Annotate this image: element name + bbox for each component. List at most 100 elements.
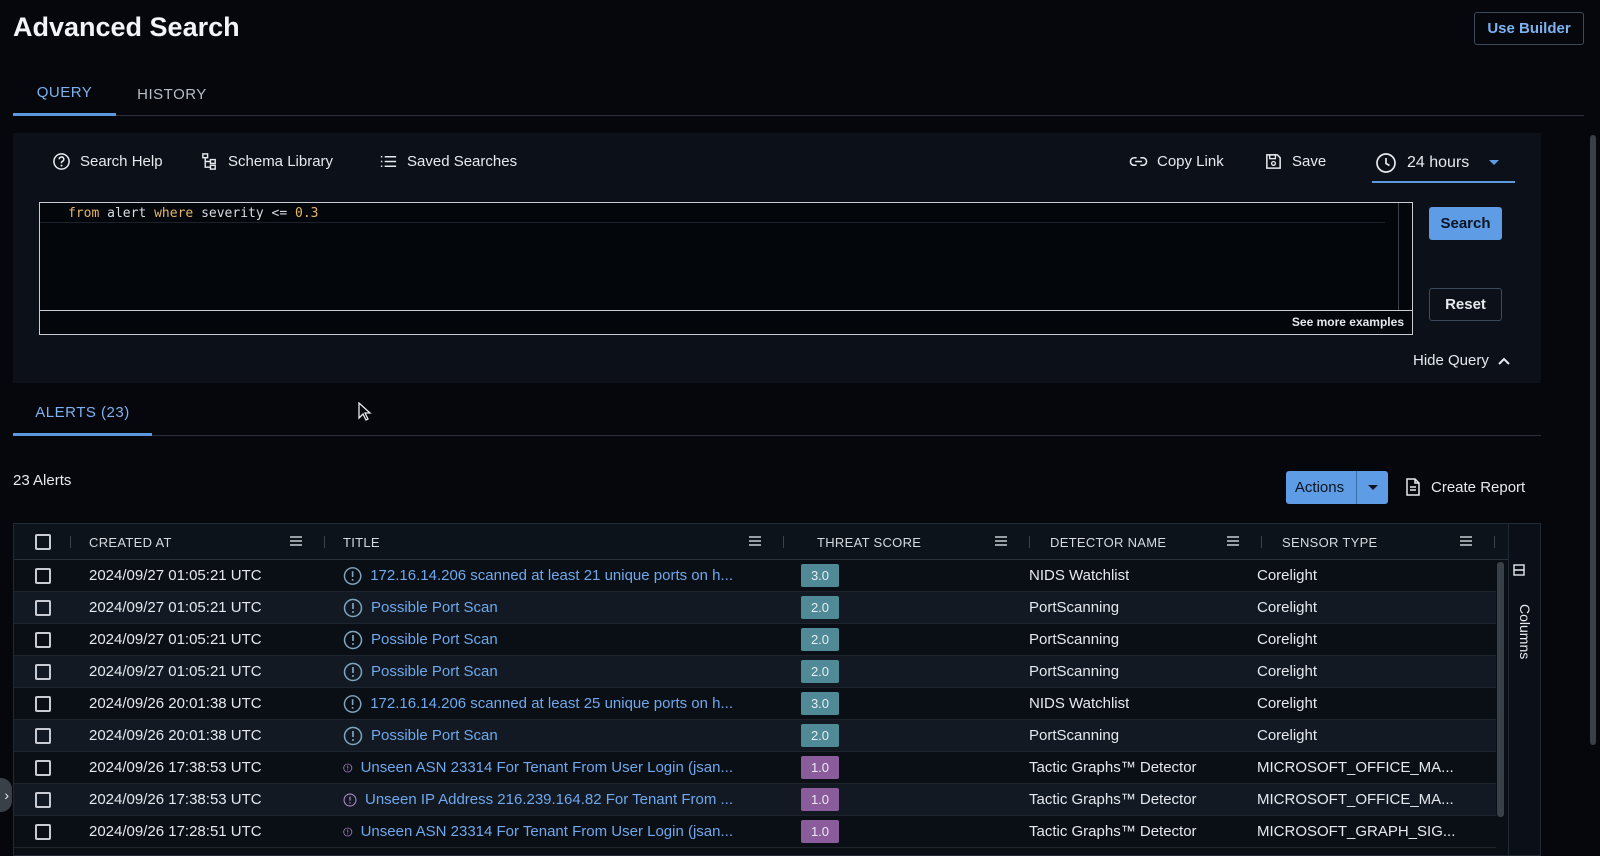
search-help-button[interactable]: Search Help: [52, 152, 163, 171]
expand-sidebar-button[interactable]: ›: [0, 778, 12, 812]
detector-name-cell: NIDS Watchlist: [1029, 567, 1130, 584]
table-row[interactable]: 2024/09/27 01:05:21 UTC Possible Port Sca…: [14, 624, 1496, 656]
alert-title-text: Unseen ASN 23314 For Tenant From User Lo…: [360, 823, 733, 840]
row-checkbox[interactable]: [35, 631, 51, 648]
column-menu-icon[interactable]: [1460, 536, 1472, 546]
created-at-cell: 2024/09/27 01:05:21 UTC: [89, 567, 262, 584]
table-row[interactable]: 2024/09/26 17:28:51 UTC Unseen ASN 23314 …: [14, 816, 1496, 848]
detector-name-cell: PortScanning: [1029, 663, 1120, 680]
schema-library-button[interactable]: Schema Library: [200, 152, 333, 171]
header-sensor-type[interactable]: SENSOR TYPE: [1282, 524, 1378, 560]
row-checkbox[interactable]: [35, 791, 51, 808]
select-all-checkbox[interactable]: [35, 534, 51, 550]
tab-history[interactable]: HISTORY: [126, 72, 218, 116]
threat-score-cell: 1.0: [801, 788, 839, 811]
see-more-examples-link[interactable]: See more examples: [40, 310, 1412, 334]
detector-name-cell: Tactic Graphs™ Detector: [1029, 791, 1197, 808]
alert-title-link[interactable]: Unseen ASN 23314 For Tenant From User Lo…: [343, 758, 733, 778]
use-builder-button[interactable]: Use Builder: [1474, 12, 1584, 45]
table-scrollbar[interactable]: [1497, 562, 1504, 817]
hide-query-label: Hide Query: [1413, 352, 1489, 369]
alert-title-text: Possible Port Scan: [371, 599, 498, 616]
column-menu-icon[interactable]: [290, 536, 302, 546]
actions-dropdown-button[interactable]: Actions: [1286, 471, 1388, 504]
query-line[interactable]: from alert where severity <= 0.3: [40, 205, 1385, 223]
query-field: severity: [201, 206, 264, 221]
created-at-cell: 2024/09/26 20:01:38 UTC: [89, 695, 262, 712]
row-checkbox[interactable]: [35, 567, 51, 584]
sensor-type-cell: Corelight: [1257, 695, 1318, 712]
page-scrollbar[interactable]: [1590, 135, 1596, 745]
create-report-button[interactable]: Create Report: [1405, 478, 1525, 496]
row-checkbox[interactable]: [35, 663, 51, 680]
columns-panel-toggle[interactable]: Columns: [1508, 524, 1540, 855]
alert-title-text: Possible Port Scan: [371, 631, 498, 648]
saved-searches-button[interactable]: Saved Searches: [379, 152, 517, 171]
time-range-select[interactable]: 24 hours: [1372, 145, 1515, 183]
created-at-cell: 2024/09/26 17:38:53 UTC: [89, 791, 262, 808]
alert-info-icon: [343, 630, 363, 649]
created-at-cell: 2024/09/27 01:05:21 UTC: [89, 631, 262, 648]
alert-title-link[interactable]: Possible Port Scan: [343, 598, 733, 618]
alert-title-link[interactable]: Unseen ASN 23314 For Tenant From User Lo…: [343, 822, 733, 842]
search-button[interactable]: Search: [1429, 207, 1502, 240]
help-circle-icon: [53, 153, 70, 170]
mouse-cursor-icon: [358, 402, 372, 421]
alert-info-icon: [343, 793, 357, 806]
column-divider: [783, 536, 784, 548]
detector-name-cell: Tactic Graphs™ Detector: [1029, 823, 1197, 840]
alert-title-link[interactable]: Unseen IP Address 216.239.164.82 For Ten…: [343, 790, 733, 810]
document-icon: [1406, 478, 1420, 496]
table-row[interactable]: 2024/09/26 20:01:38 UTC 172.16.14.206 sca…: [14, 688, 1496, 720]
table-row[interactable]: 2024/09/26 17:38:53 UTC Unseen IP Address…: [14, 784, 1496, 816]
tab-alerts[interactable]: ALERTS (23): [13, 392, 152, 436]
query-editor[interactable]: from alert where severity <= 0.3 See mor…: [39, 202, 1413, 335]
columns-label: Columns: [1517, 604, 1533, 660]
threat-score-badge: 1.0: [801, 820, 839, 843]
query-keyword-where: where: [154, 206, 194, 221]
table-row[interactable]: 2024/09/27 01:05:21 UTC 172.16.14.206 sca…: [14, 560, 1496, 592]
alert-title-link[interactable]: Possible Port Scan: [343, 630, 733, 650]
hide-query-toggle[interactable]: Hide Query: [1413, 352, 1511, 369]
row-checkbox[interactable]: [35, 599, 51, 616]
search-help-label: Search Help: [80, 153, 163, 170]
column-menu-icon[interactable]: [749, 536, 761, 546]
header-title[interactable]: TITLE: [343, 524, 380, 560]
table-row[interactable]: 2024/09/26 20:01:38 UTC Possible Port Sca…: [14, 720, 1496, 752]
table-row[interactable]: 2024/09/27 01:05:21 UTC Possible Port Sca…: [14, 592, 1496, 624]
alert-title-text: Possible Port Scan: [371, 727, 498, 744]
column-menu-icon[interactable]: [1227, 536, 1239, 546]
threat-score-cell: 3.0: [801, 692, 839, 715]
row-checkbox[interactable]: [35, 823, 51, 840]
save-button[interactable]: Save: [1264, 152, 1326, 171]
alert-title-text: 172.16.14.206 scanned at least 25 unique…: [370, 695, 733, 712]
saved-searches-label: Saved Searches: [407, 153, 518, 170]
column-menu-icon[interactable]: [995, 536, 1007, 546]
editor-scrollbar[interactable]: [1398, 203, 1412, 311]
alert-info-icon: [343, 662, 363, 681]
alerts-table: CREATED AT TITLE THREAT SCORE DETECTOR N…: [13, 523, 1541, 856]
alert-title-link[interactable]: 172.16.14.206 scanned at least 21 unique…: [343, 566, 733, 586]
columns-toggle[interactable]: Columns: [1513, 564, 1533, 659]
alert-title-link[interactable]: Possible Port Scan: [343, 726, 733, 746]
column-divider: [70, 536, 71, 548]
row-checkbox[interactable]: [35, 695, 51, 712]
table-row[interactable]: 2024/09/26 17:38:53 UTC Unseen ASN 23314 …: [14, 752, 1496, 784]
list-icon: [380, 155, 397, 168]
alert-title-link[interactable]: 172.16.14.206 scanned at least 25 unique…: [343, 694, 733, 714]
header-threat-score[interactable]: THREAT SCORE: [817, 524, 921, 560]
sensor-type-cell: Corelight: [1257, 567, 1318, 584]
table-row[interactable]: 2024/09/27 01:05:21 UTC Possible Port Sca…: [14, 656, 1496, 688]
query-panel: Search Help Schema Library Saved Searche…: [13, 133, 1541, 383]
threat-score-badge: 2.0: [801, 660, 839, 683]
created-at-cell: 2024/09/26 17:28:51 UTC: [89, 823, 262, 840]
copy-link-button[interactable]: Copy Link: [1129, 152, 1224, 171]
alerts-count: 23 Alerts: [13, 472, 72, 489]
tab-query[interactable]: QUERY: [13, 72, 116, 116]
header-detector-name[interactable]: DETECTOR NAME: [1050, 524, 1166, 560]
row-checkbox[interactable]: [35, 727, 51, 744]
alert-title-link[interactable]: Possible Port Scan: [343, 662, 733, 682]
header-created-at[interactable]: CREATED AT: [89, 524, 172, 560]
row-checkbox[interactable]: [35, 759, 51, 776]
reset-button[interactable]: Reset: [1429, 288, 1502, 321]
